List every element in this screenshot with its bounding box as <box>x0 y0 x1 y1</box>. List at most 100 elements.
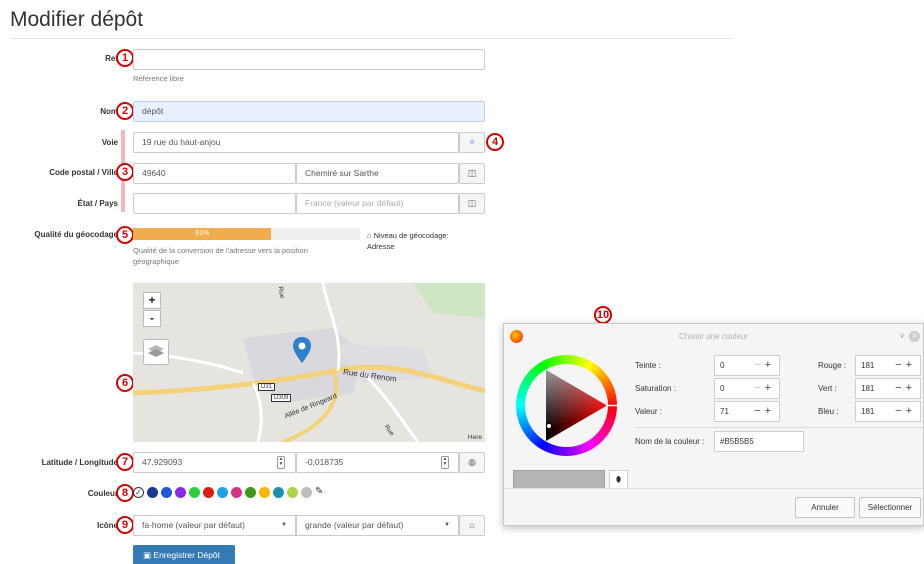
color-swatch[interactable] <box>189 487 200 498</box>
color-swatch[interactable] <box>175 487 186 498</box>
eyedropper-icon: ⬮ <box>615 475 622 484</box>
zoom-out-button[interactable]: - <box>143 310 161 327</box>
bleu-input[interactable]: 181 −+ <box>855 401 921 422</box>
ref-help: Référence libre <box>133 74 184 83</box>
saturation-input[interactable]: 0 −+ <box>714 378 780 399</box>
vert-value: 181 <box>861 384 875 393</box>
eyedropper-button[interactable]: ⬮ <box>609 470 628 489</box>
bleu-value: 181 <box>861 407 875 416</box>
rouge-label: Rouge : <box>818 361 847 370</box>
title-divider <box>10 38 733 39</box>
latitude-input[interactable]: 47,929093 <box>133 452 296 473</box>
etat-input[interactable] <box>133 193 296 214</box>
icone-label: Icône <box>97 521 118 530</box>
save-button-label: Enregistrer Dépôt <box>153 550 221 560</box>
home-icon: ⌂ <box>469 520 475 530</box>
hue-ring[interactable] <box>516 355 617 456</box>
badge-3: 3 <box>116 163 134 181</box>
map-label-d31: D31 <box>258 383 276 391</box>
geocode-level-label: Niveau de géocodage: <box>373 231 449 240</box>
minimize-icon[interactable]: ∨ <box>899 331 905 340</box>
valeur-value: 71 <box>720 407 729 416</box>
map[interactable]: + - Rue du Renom D31 D309 Allée de Ringe… <box>133 283 485 442</box>
valeur-input[interactable]: 71 −+ <box>714 401 780 422</box>
nom-input[interactable]: dépôt <box>133 101 485 122</box>
rouge-input[interactable]: 181 −+ <box>855 355 921 376</box>
crosshair-icon: ✧ <box>468 137 476 147</box>
geocode-level: ⌂ Niveau de géocodage: Adresse <box>367 230 477 252</box>
saturation-label: Saturation : <box>635 384 676 393</box>
close-icon[interactable]: ✕ <box>909 331 920 342</box>
badge-8: 8 <box>116 484 134 502</box>
dialog-divider <box>635 427 923 428</box>
pays-input[interactable]: France (valeur par défaut) <box>296 193 459 214</box>
latitude-spinner[interactable]: ▲ ▼ <box>277 456 285 469</box>
longitude-spinner[interactable]: ▲ ▼ <box>441 456 449 469</box>
couleur-label: Couleur <box>87 489 118 498</box>
teinte-label: Teinte : <box>635 361 661 370</box>
map-label-d309: D309 <box>271 394 292 402</box>
color-swatch[interactable] <box>301 487 312 498</box>
globe-button[interactable]: ◍ <box>459 452 485 473</box>
current-color-swatch <box>513 470 605 489</box>
teinte-input[interactable]: 0 −+ <box>714 355 780 376</box>
ref-input[interactable] <box>133 49 485 70</box>
color-swatch[interactable] <box>161 487 172 498</box>
color-swatch[interactable] <box>245 487 256 498</box>
locate-button[interactable]: ✧ <box>459 132 485 153</box>
ville-input[interactable]: Chemiré sur Sarthe <box>296 163 459 184</box>
vert-input[interactable]: 181 −+ <box>855 378 921 399</box>
geocode-progress-fill: 61% <box>133 228 272 240</box>
voie-label: Voie <box>101 138 118 147</box>
color-swatch-selected[interactable]: ✓ <box>133 487 144 498</box>
color-swatch[interactable] <box>147 487 158 498</box>
map-icon: ◫ <box>467 168 477 178</box>
chevron-down-icon: ▼ <box>281 522 287 528</box>
nom-label: Nom <box>100 107 118 116</box>
geocode-level-value: Adresse <box>367 242 395 251</box>
code-postal-input[interactable]: 49640 <box>133 163 296 184</box>
ref-label: Ref <box>105 54 118 63</box>
color-name-label: Nom de la couleur : <box>635 437 705 446</box>
color-swatch[interactable] <box>273 487 284 498</box>
saturation-value: 0 <box>720 384 725 393</box>
dialog-title: Choisir une couleur <box>679 332 748 341</box>
size-select[interactable]: grande (valeur par défaut) ▼ <box>296 515 459 536</box>
color-name-input[interactable]: #B5B5B5 <box>714 431 804 452</box>
save-icon: ▣ <box>143 550 152 560</box>
color-swatch[interactable] <box>203 487 214 498</box>
rouge-value: 181 <box>861 361 875 370</box>
globe-icon: ◍ <box>468 457 476 467</box>
vert-label: Vert : <box>818 384 837 393</box>
icon-select[interactable]: fa-home (valeur par défaut) ▼ <box>133 515 296 536</box>
color-swatch[interactable] <box>259 487 270 498</box>
color-swatch[interactable] <box>217 487 228 498</box>
bleu-label: Bleu : <box>818 407 839 416</box>
badge-2: 2 <box>116 102 134 120</box>
badge-6: 6 <box>116 374 134 392</box>
home-icon: ⌂ <box>367 231 372 240</box>
custom-color-picker-icon[interactable]: ✎ <box>315 486 323 497</box>
pays-map-button[interactable]: ◫ <box>459 193 485 214</box>
icon-select-value: fa-home (valeur par défaut) <box>142 520 245 530</box>
voie-input[interactable]: 19 rue du haut-anjou <box>133 132 459 153</box>
badge-7: 7 <box>116 453 134 471</box>
map-icon: ◫ <box>467 198 477 208</box>
icon-preview: ⌂ <box>459 515 485 536</box>
select-button[interactable]: Sélectionner <box>859 497 921 518</box>
color-swatch[interactable] <box>287 487 298 498</box>
valeur-label: Valeur : <box>635 407 662 416</box>
longitude-input[interactable]: -0,018735 <box>296 452 459 473</box>
sv-triangle[interactable] <box>516 355 617 456</box>
save-button[interactable]: ▣ Enregistrer Dépôt <box>133 545 235 564</box>
chevron-down-icon: ▼ <box>444 522 450 528</box>
latlon-label: Latitude / Longitude <box>41 458 118 467</box>
map-attribution: Here <box>467 434 482 441</box>
ville-map-button[interactable]: ◫ <box>459 163 485 184</box>
badge-4: 4 <box>486 133 504 151</box>
cancel-button[interactable]: Annuler <box>795 497 855 518</box>
page: Modifier dépôt Ref 1 Référence libre Nom… <box>0 0 924 564</box>
zoom-in-button[interactable]: + <box>143 292 161 309</box>
color-swatch[interactable] <box>231 487 242 498</box>
layers-button[interactable] <box>143 339 169 365</box>
